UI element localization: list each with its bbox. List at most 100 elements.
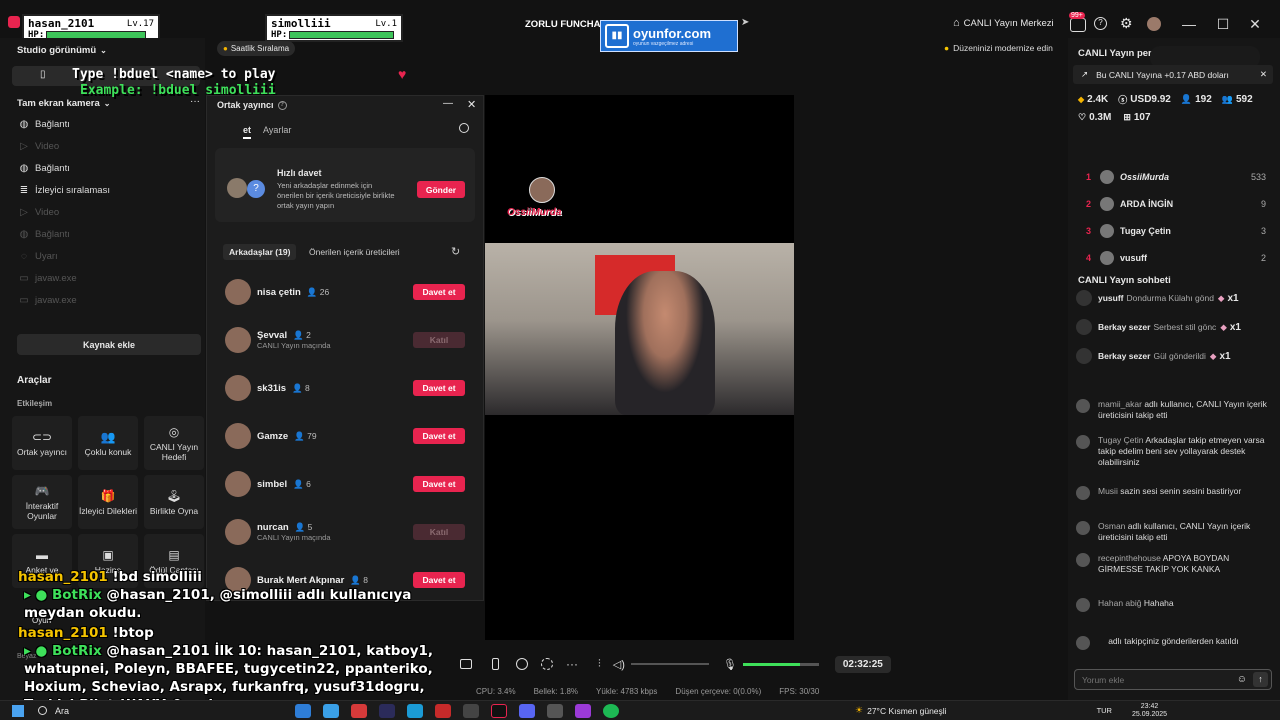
friend-avatar[interactable]: [225, 471, 251, 497]
tool-interactive-games[interactable]: 🎮 İnteraktif Oyunlar: [12, 475, 72, 529]
friend-avatar[interactable]: [225, 327, 251, 353]
tab-settings-label: Ayarlar: [263, 125, 292, 135]
friend-avatar[interactable]: [225, 375, 251, 401]
taskbar-search-label[interactable]: Ara: [55, 706, 69, 716]
source-item[interactable]: ▷ Video: [0, 135, 205, 157]
source-item[interactable]: ▭ javaw.exe: [0, 289, 205, 311]
tool-live-goal[interactable]: ◎ CANLI Yayın Hedefi: [144, 416, 204, 470]
full-camera-dropdown[interactable]: Tam ekran kamera ⌄: [17, 98, 110, 109]
top-gifter-row[interactable]: 4 vusuff 2: [1086, 248, 1266, 268]
invite-button[interactable]: Davet et: [413, 428, 465, 444]
comment-input-box[interactable]: ☺ ↑: [1074, 669, 1272, 690]
chevron-right-icon[interactable]: ➤: [741, 17, 749, 28]
friend-count-value: 5: [307, 522, 313, 532]
tab-settings[interactable]: Ayarlar: [263, 125, 291, 135]
tool-play-together[interactable]: 🕹 Birlikte Oyna: [144, 475, 204, 529]
send-button[interactable]: Gönder: [417, 181, 465, 198]
invite-button[interactable]: Davet et: [413, 284, 465, 300]
help-icon[interactable]: ?: [1094, 17, 1107, 30]
friend-follower-count: 👤 79: [294, 430, 317, 441]
search-icon[interactable]: [38, 706, 47, 715]
app-icon-11[interactable]: [575, 703, 592, 718]
hourly-rank-pill[interactable]: ● Saatlik Sıralama: [217, 41, 296, 56]
emoji-icon[interactable]: ☺: [1237, 674, 1247, 685]
effects-icon[interactable]: [541, 658, 553, 670]
app-icon-10[interactable]: [547, 703, 564, 718]
volume-icon[interactable]: ◁): [613, 658, 625, 671]
invite-button[interactable]: Davet et: [413, 380, 465, 396]
app-icon-3[interactable]: [351, 703, 368, 718]
app-icon-2[interactable]: [323, 703, 340, 718]
chat-user: Osman: [1098, 521, 1126, 531]
mic-icon[interactable]: 🎙: [723, 658, 737, 671]
app-icon-7[interactable]: [463, 703, 480, 718]
tool-multi-guest[interactable]: 👥 Çoklu konuk: [78, 416, 138, 470]
source-item[interactable]: ▷ Video: [0, 201, 205, 223]
tab-invite[interactable]: et: [243, 125, 252, 139]
join-button[interactable]: Katıl: [413, 524, 465, 540]
tiktok-icon[interactable]: [491, 703, 508, 718]
friends-tab[interactable]: Arkadaşlar (19): [223, 244, 297, 260]
sliders-icon[interactable]: ⫶: [598, 658, 601, 671]
friend-avatar[interactable]: [225, 279, 251, 305]
close-banner-icon[interactable]: ✕: [1260, 69, 1267, 80]
send-comment-button[interactable]: ↑: [1253, 672, 1268, 687]
timer-badge: 02:32:25: [834, 655, 891, 673]
source-item[interactable]: ◌ Uyarı: [0, 245, 205, 267]
app-icon-4[interactable]: [379, 703, 396, 718]
record-icon[interactable]: [516, 658, 528, 670]
suggest-question-icon: ?: [247, 180, 265, 198]
source-item[interactable]: ◍ Bağlantı: [0, 157, 205, 179]
modernize-tip[interactable]: ● Düzeninizi modernize edin: [944, 43, 1053, 53]
maximize-button[interactable]: ☐: [1208, 9, 1238, 39]
studio-view-dropdown[interactable]: Studio görünümü ⌄: [17, 45, 107, 56]
overlay-chat-message: hasan_2101 !bd simolliii: [18, 568, 428, 586]
close-window-button[interactable]: ✕: [1240, 9, 1270, 39]
stop-icon[interactable]: [460, 659, 472, 669]
top-gifter-row[interactable]: 2 ARDA İNGİN 9: [1086, 194, 1266, 214]
heart-sprite-icon: ♥: [398, 66, 407, 82]
invite-button[interactable]: Davet et: [413, 476, 465, 492]
modal-close-button[interactable]: ✕: [467, 98, 476, 111]
tool-viewer-wishes[interactable]: 🎁 İzleyici Dilekleri: [78, 475, 138, 529]
source-list: ◍ Bağlantı ▷ Video ◍ Bağlantı ≣ İzleyici sır…: [0, 113, 205, 311]
tool-co-host[interactable]: ⊂⊃ Ortak yayıncı: [12, 416, 72, 470]
app-icon-6[interactable]: [435, 703, 452, 718]
edge-icon[interactable]: [407, 703, 424, 718]
source-item[interactable]: ◍ Bağlantı: [0, 223, 205, 245]
join-button[interactable]: Katıl: [413, 332, 465, 348]
spotify-icon[interactable]: [603, 703, 620, 718]
discord-icon[interactable]: [519, 703, 536, 718]
trend-up-icon: ↗: [1081, 69, 1089, 79]
weather-label[interactable]: 27°C Kısmen güneşli: [867, 706, 946, 716]
add-source-button[interactable]: Kaynak ekle: [17, 334, 201, 355]
source-item[interactable]: ▭ javaw.exe: [0, 267, 205, 289]
settings-gear-icon[interactable]: ⚙: [1120, 15, 1133, 32]
friend-avatar[interactable]: [225, 423, 251, 449]
source-item[interactable]: ≣ İzleyici sıralaması: [0, 179, 205, 201]
app-icon-1[interactable]: [295, 703, 312, 718]
more-icon[interactable]: ···: [566, 657, 578, 671]
mic-level-slider[interactable]: [742, 662, 819, 666]
suggested-tab[interactable]: Önerilen içerik üreticileri: [309, 247, 400, 257]
lang-label[interactable]: TUR: [1097, 706, 1112, 715]
live-center-button[interactable]: ⌂ CANLI Yayın Merkezi: [953, 17, 1054, 29]
phone-icon[interactable]: [492, 658, 499, 670]
modal-minimize-button[interactable]: —: [443, 98, 453, 109]
top-gifter-row[interactable]: 3 Tugay Çetin 3: [1086, 221, 1266, 241]
comment-input[interactable]: [1082, 674, 1232, 685]
friend-status: CANLI Yayın maçında: [257, 533, 331, 542]
search-icon[interactable]: [459, 123, 469, 133]
refresh-icon[interactable]: ↻: [451, 245, 460, 258]
overlay-chat-message: ▸ ● BotRix @hasan_2101, @simolliii adlı …: [24, 586, 434, 622]
chat-text: sazin sesi senin sesini bastiriyor: [1120, 486, 1242, 496]
friend-avatar[interactable]: [225, 519, 251, 545]
profile-avatar[interactable]: [1147, 17, 1161, 31]
notifications-button[interactable]: 99+: [1069, 12, 1086, 32]
windows-start-icon[interactable]: [12, 704, 24, 717]
minimize-button[interactable]: —: [1174, 9, 1204, 39]
top-gifter-row[interactable]: 1 OssiiMurda 533: [1086, 167, 1266, 187]
source-item[interactable]: ◍ Bağlantı: [0, 113, 205, 135]
clock[interactable]: 23:42 25.09.2025: [1132, 703, 1167, 719]
volume-slider[interactable]: [630, 663, 709, 665]
